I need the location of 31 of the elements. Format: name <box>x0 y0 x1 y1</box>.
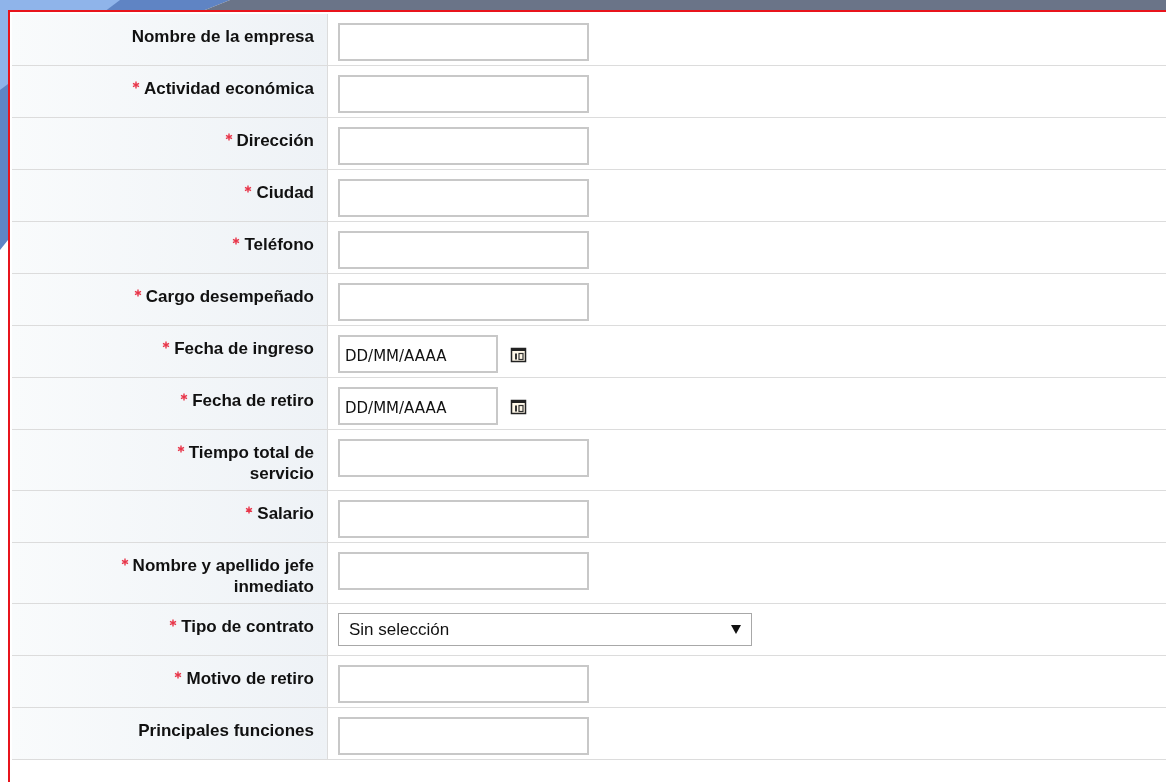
text-field[interactable] <box>338 231 589 269</box>
field-label: Nombre y apellido jefe inmediato <box>120 556 314 596</box>
field-label: Fecha de ingreso <box>162 339 314 358</box>
text-field[interactable] <box>338 665 589 703</box>
text-field[interactable] <box>338 179 589 217</box>
text-field[interactable] <box>338 717 589 755</box>
field-label: Motivo de retiro <box>174 669 314 688</box>
caret-icon <box>731 625 741 634</box>
field-label: Actividad económica <box>131 79 314 98</box>
calendar-icon[interactable] <box>510 398 527 415</box>
field-label: Ciudad <box>244 183 314 202</box>
text-field[interactable] <box>338 75 589 113</box>
text-field[interactable] <box>338 127 589 165</box>
field-label: Dirección <box>224 131 314 150</box>
field-label: Tipo de contrato <box>169 617 314 636</box>
field-label: Cargo desempeñado <box>133 287 314 306</box>
field-label: Salario <box>245 504 314 523</box>
field-label: Nombre de la empresa <box>131 27 314 46</box>
calendar-icon[interactable] <box>510 346 527 363</box>
text-field[interactable] <box>338 552 589 590</box>
text-field[interactable] <box>338 500 589 538</box>
date-field[interactable]: DD/MM/AAAA <box>338 335 498 373</box>
text-field[interactable] <box>338 23 589 61</box>
text-field[interactable] <box>338 283 589 321</box>
text-field[interactable] <box>338 439 589 477</box>
field-label: Tiempo total de servicio <box>176 443 314 483</box>
field-label: Fecha de retiro <box>180 391 314 410</box>
date-field[interactable]: DD/MM/AAAA <box>338 387 498 425</box>
field-label: Teléfono <box>232 235 314 254</box>
field-label: Principales funciones <box>138 721 314 740</box>
contract-type-dropdown[interactable]: Sin selección <box>338 613 752 646</box>
